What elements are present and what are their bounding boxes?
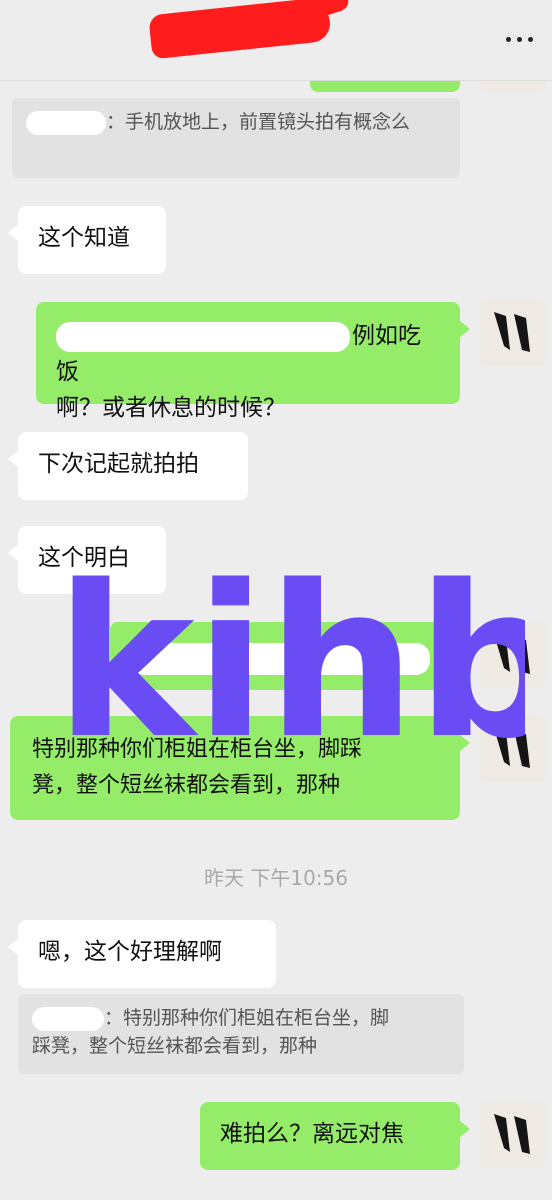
quoted-text-line2: 踩凳，整个短丝袜都会看到，那种 [32,1035,318,1057]
message-bubble-outgoing[interactable]: 例如吃饭 啊？或者休息的时候？ [36,302,470,421]
avatar-self[interactable] [480,1102,546,1168]
quoted-message: ：特别那种你们柜姐在柜台坐，脚 踩凳，整个短丝袜都会看到，那种 [18,994,464,1074]
avatar-self[interactable] [480,716,546,782]
more-dots-icon[interactable] [506,32,536,46]
quoted-text: ：手机放地上，前置镜头拍有概念么 [106,111,411,133]
message-bubble-incoming[interactable]: 嗯，这个好理解啊 [8,920,276,988]
message-bubble-outgoing[interactable] [110,622,470,690]
message-text-line2: 凳，整个短丝袜都会看到，那种 [32,773,341,798]
message-bubble-outgoing[interactable]: 难拍么？离远对焦 [200,1102,470,1170]
redacted-text [130,642,430,675]
message-text: 难拍么？离远对焦 [220,1121,404,1147]
message-bubble-incoming[interactable]: 这个知道 [8,206,166,274]
redacted-sender [32,1006,104,1031]
message-timestamp: 昨天 下午10:56 [204,866,348,890]
message-text: 下次记起就拍拍 [38,451,199,477]
message-bubble-incoming[interactable]: 这个明白 [8,526,166,594]
message-bubble-outgoing[interactable]: 特别那种你们柜姐在柜台坐，脚踩 凳，整个短丝袜都会看到，那种 [10,716,470,820]
chat-header [0,0,552,81]
redacted-text [56,321,350,352]
redacted-sender [26,110,106,135]
avatar-self[interactable] [480,622,546,688]
quoted-message: ：手机放地上，前置镜头拍有概念么 [12,98,460,178]
message-text: 嗯，这个好理解啊 [38,939,222,965]
message-text-line1: 特别那种你们柜姐在柜台坐，脚踩 [32,737,363,762]
quoted-text-line1: ：特别那种你们柜姐在柜台坐，脚 [104,1007,390,1029]
message-bubble-incoming[interactable]: 下次记起就拍拍 [8,432,248,500]
message-text: 这个知道 [38,225,130,251]
avatar-self[interactable] [480,300,546,366]
message-text-line2: 啊？或者休息的时候？ [56,395,286,421]
message-text: 这个明白 [38,545,130,571]
